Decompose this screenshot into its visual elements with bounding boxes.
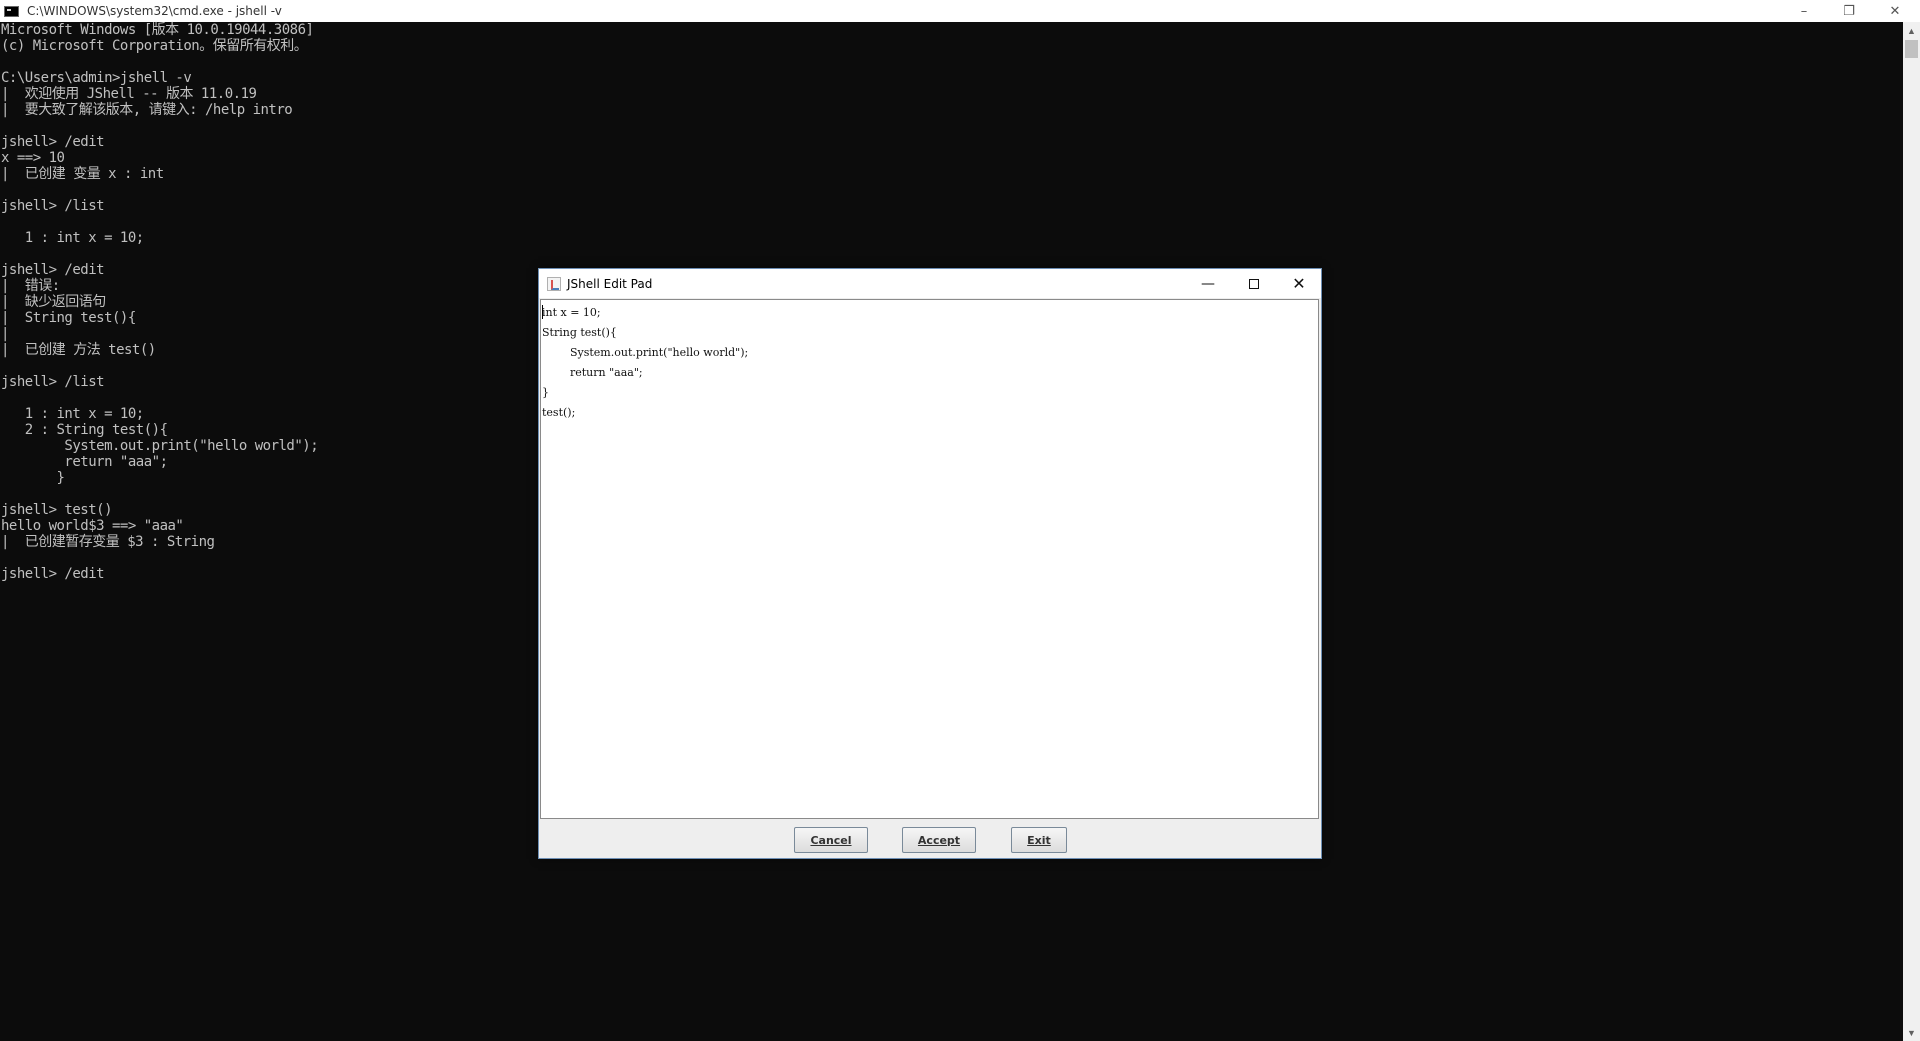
scroll-down-arrow-icon[interactable]: ▼ — [1903, 1024, 1920, 1041]
console-minimize-button[interactable]: – — [1781, 0, 1827, 22]
console-line: x ==> 10 — [1, 150, 65, 166]
accept-button[interactable]: Accept — [902, 827, 976, 853]
console-line: | 已创建 方法 test() — [1, 342, 156, 358]
console-line: | 已创建暂存变量 $3 : String — [1, 534, 215, 550]
code-line: String test(){ — [542, 326, 617, 339]
scrollbar-thumb[interactable] — [1905, 40, 1918, 58]
console-line: System.out.print("hello world"); — [1, 438, 319, 454]
console-line: jshell> /edit — [1, 566, 105, 582]
console-line: | 已创建 变量 x : int — [1, 166, 164, 182]
console-line: | 缺少返回语句 — [1, 294, 106, 310]
console-app-icon — [4, 5, 19, 17]
console-line: | 欢迎使用 JShell -- 版本 11.0.19 — [1, 86, 257, 102]
edit-pad-code: int x = 10; String test(){ System.out.pr… — [541, 300, 1318, 423]
console-line: } — [1, 470, 65, 486]
code-line: System.out.print("hello world"); — [542, 346, 749, 359]
console-line: jshell> /edit — [1, 262, 105, 278]
console-line: | 错误: — [1, 278, 60, 294]
edit-pad-text-area[interactable]: int x = 10; String test(){ System.out.pr… — [540, 299, 1319, 819]
jshell-edit-pad-window: JShell Edit Pad — ✕ int x = 10; String t… — [538, 268, 1322, 859]
maximize-icon — [1249, 278, 1259, 289]
java-app-icon — [547, 276, 561, 291]
console-line: | 要大致了解该版本, 请键入: /help intro — [1, 102, 293, 118]
console-line: jshell> /edit — [1, 134, 105, 150]
console-line: (c) Microsoft Corporation。保留所有权利。 — [1, 38, 308, 54]
code-line: } — [542, 386, 549, 399]
console-line: | — [1, 326, 9, 342]
console-line: jshell> test() — [1, 502, 113, 518]
console-line: C:\Users\admin>jshell -v — [1, 70, 192, 86]
exit-button[interactable]: Exit — [1011, 827, 1067, 853]
code-line: test(); — [542, 406, 576, 419]
console-line: return "aaa"; — [1, 454, 168, 470]
console-line: 1 : int x = 10; — [1, 230, 144, 246]
edit-pad-maximize-button[interactable] — [1231, 269, 1277, 298]
code-line: return "aaa"; — [542, 366, 643, 379]
console-line: 2 : String test(){ — [1, 422, 168, 438]
console-line: jshell> /list — [1, 374, 105, 390]
console-title-bar[interactable]: C:\WINDOWS\system32\cmd.exe - jshell -v … — [0, 0, 1920, 22]
console-window-title: C:\WINDOWS\system32\cmd.exe - jshell -v — [27, 4, 282, 18]
text-caret — [542, 305, 543, 319]
console-line: hello world$3 ==> "aaa" — [1, 518, 184, 534]
console-line: | String test(){ — [1, 310, 136, 326]
code-line: int x = 10; — [542, 306, 601, 319]
edit-pad-close-button[interactable]: ✕ — [1276, 269, 1322, 298]
scroll-up-arrow-icon[interactable]: ▲ — [1903, 22, 1920, 39]
edit-pad-title: JShell Edit Pad — [567, 276, 653, 291]
console-line: Microsoft Windows [版本 10.0.19044.3086] — [1, 22, 314, 38]
cancel-button[interactable]: Cancel — [794, 827, 868, 853]
console-line: jshell> /list — [1, 198, 105, 214]
edit-pad-title-bar[interactable]: JShell Edit Pad — ✕ — [539, 269, 1321, 298]
edit-pad-button-bar: Cancel Accept Exit — [539, 820, 1321, 858]
console-line: 1 : int x = 10; — [1, 406, 144, 422]
console-restore-button[interactable]: ❐ — [1826, 0, 1872, 22]
console-close-button[interactable]: ✕ — [1872, 0, 1918, 22]
edit-pad-minimize-button[interactable]: — — [1185, 269, 1231, 298]
console-scrollbar[interactable]: ▲ ▼ — [1903, 22, 1920, 1041]
